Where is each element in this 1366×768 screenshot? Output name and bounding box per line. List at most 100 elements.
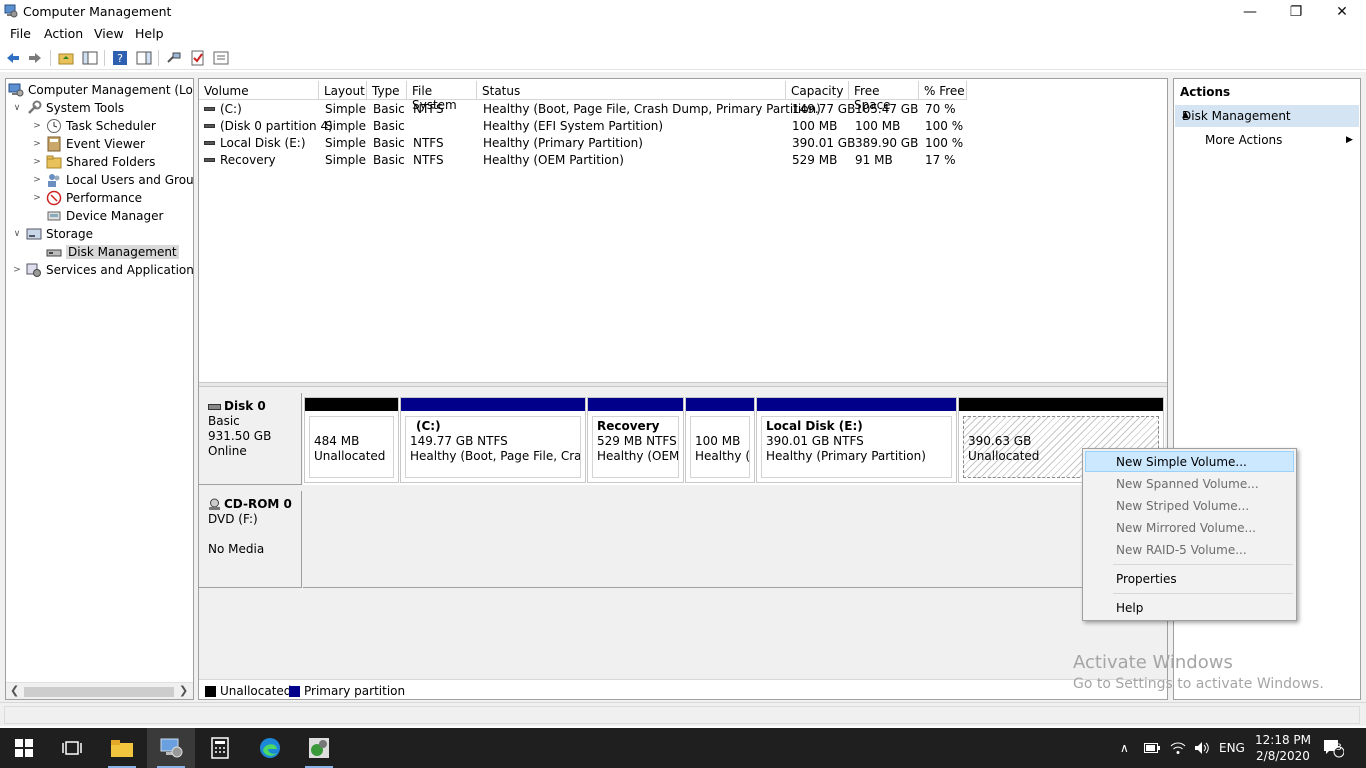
tree-item-event-viewer[interactable]: > Event Viewer xyxy=(31,135,145,153)
taskbar: ∧ ENG 12:18 PM 2/8/2020 3 xyxy=(0,728,1366,768)
chevron-down-icon[interactable]: ∨ xyxy=(11,103,23,113)
partition-c[interactable]: (C:) 149.77 GB NTFS Healthy (Boot, Page … xyxy=(400,397,586,483)
partition-info: 100 MB Healthy (EI xyxy=(690,416,750,478)
column-header-file-system[interactable]: File System xyxy=(407,81,477,112)
menu-item-new-raid5-volume[interactable]: New RAID-5 Volume... xyxy=(1085,539,1294,560)
column-header-free-space[interactable]: Free Space xyxy=(849,81,919,112)
restore-button[interactable]: ❐ xyxy=(1273,0,1319,24)
taskbar-file-explorer[interactable] xyxy=(98,728,146,768)
taskbar-computer-management[interactable] xyxy=(147,728,195,768)
tree-item-performance[interactable]: > Performance xyxy=(31,189,142,207)
table-row[interactable]: (C:) Simple Basic NTFS Healthy (Boot, Pa… xyxy=(199,101,1167,118)
taskbar-app[interactable] xyxy=(295,728,343,768)
column-header-capacity[interactable]: Capacity xyxy=(786,81,849,100)
show-hidden-icons-button[interactable]: ∧ xyxy=(1120,728,1129,768)
cell-status: Healthy (Boot, Page File, Crash Dump, Pr… xyxy=(483,102,821,116)
tree-item-storage[interactable]: ∨ Storage xyxy=(11,225,93,243)
more-actions-item[interactable]: More Actions xyxy=(1205,133,1282,147)
table-row[interactable]: Recovery Simple Basic NTFS Healthy (OEM … xyxy=(199,152,1167,169)
cdrom-0-label[interactable]: CD-ROM 0 DVD (F:) No Media xyxy=(199,491,302,588)
scrollbar-thumb[interactable] xyxy=(24,687,174,697)
scroll-right-icon[interactable]: ❯ xyxy=(179,684,188,697)
tree-item-computer-management[interactable]: Computer Management (Local xyxy=(8,81,193,99)
disk-icon xyxy=(208,403,221,410)
menu-item-new-mirrored-volume[interactable]: New Mirrored Volume... xyxy=(1085,517,1294,538)
network-app-icon xyxy=(309,738,329,758)
menu-action[interactable]: Action xyxy=(44,26,83,41)
partition-title: Local Disk (E:) xyxy=(766,419,863,433)
partition-efi[interactable]: 100 MB Healthy (EI xyxy=(685,397,755,483)
show-hide-tree-icon[interactable] xyxy=(82,50,98,66)
partition-e[interactable]: Local Disk (E:) 390.01 GB NTFS Healthy (… xyxy=(756,397,957,483)
list-view-icon[interactable] xyxy=(213,50,229,66)
taskbar-edge[interactable] xyxy=(246,728,294,768)
chevron-right-icon[interactable]: > xyxy=(31,121,43,131)
cell-free-space: 100 MB xyxy=(855,119,901,133)
cell-layout: Simple xyxy=(325,119,366,133)
tree-item-disk-management[interactable]: Disk Management xyxy=(31,243,179,261)
toolbar: ? xyxy=(0,46,1366,70)
menu-item-new-striped-volume[interactable]: New Striped Volume... xyxy=(1085,495,1294,516)
submenu-arrow-icon: ▶ xyxy=(1346,135,1353,145)
chevron-right-icon[interactable]: > xyxy=(31,193,43,203)
partition-size: 529 MB NTFS xyxy=(597,434,677,448)
minimize-button[interactable]: — xyxy=(1227,0,1273,24)
close-button[interactable]: ✕ xyxy=(1319,0,1365,24)
status-bar-segment xyxy=(4,706,1360,724)
tree-item-system-tools[interactable]: ∨ System Tools xyxy=(11,99,124,117)
connect-icon[interactable] xyxy=(166,50,182,66)
tree-item-device-manager[interactable]: Device Manager xyxy=(31,207,163,225)
menu-item-properties[interactable]: Properties xyxy=(1085,568,1294,589)
tree-item-local-users-and-groups[interactable]: > Local Users and Groups xyxy=(31,171,193,189)
forward-arrow-icon[interactable] xyxy=(27,50,43,66)
collapse-up-icon[interactable]: ▲ xyxy=(1182,110,1351,120)
actions-section-disk-management[interactable]: Disk Management ▲ xyxy=(1175,105,1359,127)
column-header-percent-free[interactable]: % Free xyxy=(919,81,967,100)
menu-file[interactable]: File xyxy=(10,26,31,41)
column-header-layout[interactable]: Layout xyxy=(319,81,367,100)
partition-unallocated-484mb[interactable]: 484 MB Unallocated xyxy=(304,397,399,483)
tree-horizontal-scrollbar[interactable]: ❮ ❯ xyxy=(6,682,193,699)
tree-item-task-scheduler[interactable]: > Task Scheduler xyxy=(31,117,156,135)
tree-item-shared-folders[interactable]: > Shared Folders xyxy=(31,153,155,171)
menu-item-new-spanned-volume[interactable]: New Spanned Volume... xyxy=(1085,473,1294,494)
back-arrow-icon[interactable] xyxy=(5,50,21,66)
windows-logo-icon xyxy=(15,739,33,757)
partition-recovery[interactable]: Recovery 529 MB NTFS Healthy (OEM P xyxy=(587,397,684,483)
menu-item-help[interactable]: Help xyxy=(1085,597,1294,618)
column-header-type[interactable]: Type xyxy=(367,81,407,100)
menu-view[interactable]: View xyxy=(94,26,124,41)
clock-date: 2/8/2020 xyxy=(1256,749,1310,763)
scroll-left-icon[interactable]: ❮ xyxy=(10,684,19,697)
cell-free-space: 105.47 GB xyxy=(855,102,919,116)
chevron-right-icon[interactable]: > xyxy=(31,157,43,167)
taskbar-calculator[interactable] xyxy=(196,728,244,768)
column-header-status[interactable]: Status xyxy=(477,81,786,100)
table-row[interactable]: Local Disk (E:) Simple Basic NTFS Health… xyxy=(199,135,1167,152)
chevron-right-icon[interactable]: > xyxy=(11,265,23,275)
menu-help[interactable]: Help xyxy=(135,26,164,41)
computer-management-icon xyxy=(160,738,183,758)
task-view-button[interactable] xyxy=(48,728,96,768)
input-language[interactable]: ENG xyxy=(1219,728,1245,768)
disk-0-label[interactable]: Disk 0 Basic 931.50 GB Online xyxy=(199,393,302,485)
battery-icon[interactable] xyxy=(1144,728,1160,768)
tree-item-services-and-applications[interactable]: > Services and Applications xyxy=(11,261,193,279)
cell-percent-free: 100 % xyxy=(925,136,964,150)
taskbar-clock[interactable]: 12:18 PM 2/8/2020 xyxy=(1248,732,1318,764)
chevron-right-icon[interactable]: > xyxy=(31,139,43,149)
network-icon[interactable] xyxy=(1170,728,1186,768)
chevron-down-icon[interactable]: ∨ xyxy=(11,229,23,239)
table-row[interactable]: (Disk 0 partition 4) Simple Basic Health… xyxy=(199,118,1167,135)
volume-icon[interactable] xyxy=(1194,728,1210,768)
cell-capacity: 390.01 GB xyxy=(792,136,856,150)
column-header-volume[interactable]: Volume xyxy=(199,81,319,100)
check-properties-icon[interactable] xyxy=(190,50,206,66)
menu-item-new-simple-volume[interactable]: New Simple Volume... xyxy=(1085,451,1294,472)
start-button[interactable] xyxy=(0,728,48,768)
show-hide-action-pane-icon[interactable] xyxy=(136,50,152,66)
action-center-button[interactable]: 3 xyxy=(1322,728,1344,768)
up-folder-icon[interactable] xyxy=(58,50,74,66)
help-icon[interactable]: ? xyxy=(112,50,128,66)
chevron-right-icon[interactable]: > xyxy=(31,175,43,185)
